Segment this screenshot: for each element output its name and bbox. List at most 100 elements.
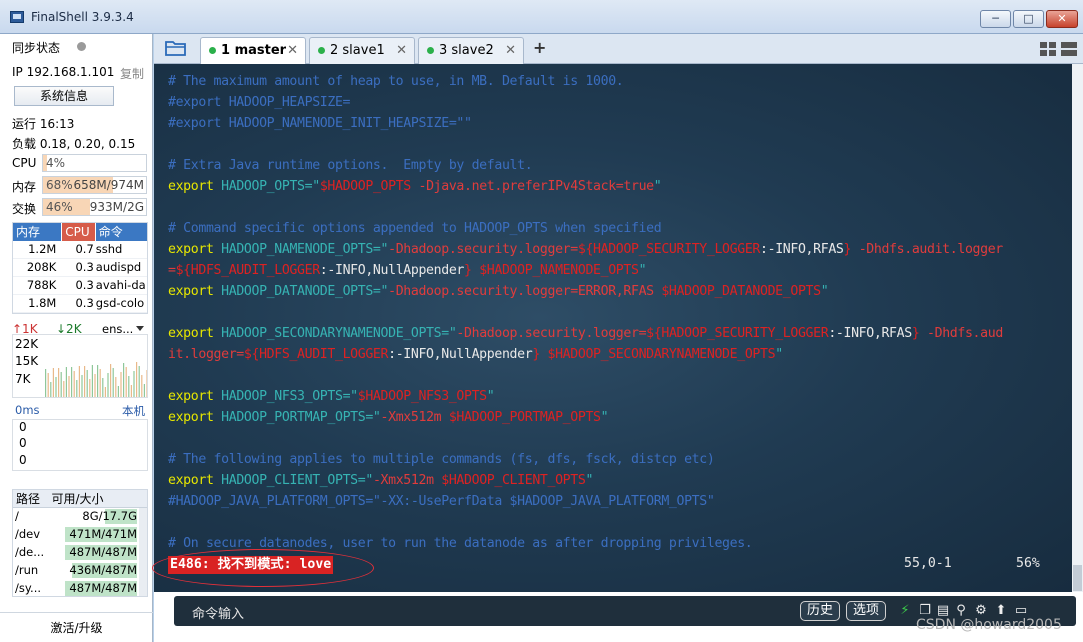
lightning-icon[interactable]: ⚡ <box>898 604 912 618</box>
latency-value: 0 <box>19 436 27 450</box>
terminal-token: :-INFO,NullAppender <box>388 347 533 362</box>
disk-row[interactable]: /run 436M/487M <box>13 562 147 580</box>
add-tab-button[interactable]: + <box>533 38 546 57</box>
disk-row[interactable]: /sy... 487M/487M <box>13 580 147 596</box>
process-row[interactable]: 1.2M 0.7 sshd <box>13 241 147 259</box>
disk-table: 路径 可用/大小 / 8G/17.7G /dev 471M/471M /de... 4… <box>12 489 148 597</box>
copy-icon[interactable]: ❐ <box>918 604 932 618</box>
search-icon[interactable]: ⚲ <box>954 604 968 618</box>
disk-size-cell: 487M/487M <box>65 580 137 596</box>
process-row[interactable]: 788K 0.3 avahi-da <box>13 277 147 295</box>
network-graph-bar <box>138 366 140 397</box>
terminal-line: # Extra Java runtime options. Empty by d… <box>168 158 533 173</box>
network-graph-bar <box>128 376 130 397</box>
network-graph-bar <box>120 372 122 397</box>
terminal-token: #export HADOOP_HEAPSIZE= <box>168 95 351 110</box>
network-graph-bar <box>86 370 88 397</box>
col-memory[interactable]: 内存 <box>13 223 63 241</box>
annotation-circle <box>152 549 374 587</box>
disk-row[interactable]: /de... 487M/487M <box>13 544 147 562</box>
maximize-button[interactable]: □ <box>1013 10 1044 28</box>
terminal-token: $HADOOP_NFS3_OPTS <box>357 389 487 404</box>
network-graph-bar <box>110 364 112 397</box>
terminal-token: } <box>464 263 472 278</box>
upload-icon[interactable]: ⬆ <box>994 604 1008 618</box>
minimize-button[interactable]: ─ <box>980 10 1011 28</box>
fullscreen-icon[interactable]: ▭ <box>1014 604 1028 618</box>
terminal-token: HADOOP_CLIENT_OPTS=" <box>213 473 373 488</box>
disk-row[interactable]: / 8G/17.7G <box>13 508 147 526</box>
process-row[interactable]: 208K 0.3 audispd <box>13 259 147 277</box>
terminal-token: ${HDFS_AUDIT_LOGGER <box>175 263 321 278</box>
disk-size: 487M/487M <box>69 545 137 559</box>
close-button[interactable]: ✕ <box>1046 10 1078 28</box>
network-graph: 22K 15K 7K <box>12 334 148 398</box>
tab-close-icon[interactable]: ✕ <box>505 38 516 63</box>
system-info-button[interactable]: 系统信息 <box>14 86 114 106</box>
process-row[interactable]: 1.8M 0.3 gsd-colo <box>13 295 147 313</box>
tab-close-icon[interactable]: ✕ <box>396 38 407 63</box>
disk-table-header: 路径 可用/大小 <box>13 490 147 508</box>
cpu-value: 4% <box>46 156 66 170</box>
terminal-token: HADOOP_PORTMAP_OPTS=" <box>213 410 381 425</box>
terminal-line: # The following applies to multiple comm… <box>168 452 715 467</box>
network-graph-bar <box>130 385 132 397</box>
copy-ip-link[interactable]: 复制 <box>120 65 144 82</box>
terminal-token: $HADOOP_DATANODE_OPTS <box>661 284 821 299</box>
col-size[interactable]: 可用/大小 <box>49 490 148 507</box>
folder-icon[interactable] <box>165 40 187 56</box>
terminal-line: # Command specific options appended to H… <box>168 221 662 236</box>
network-graph-bar <box>123 363 125 397</box>
terminal-line: #HADOOP_JAVA_PLATFORM_OPTS="-XX:-UsePerf… <box>168 494 715 509</box>
process-cpu: 0.3 <box>75 278 94 292</box>
finalshell-icon <box>10 11 24 23</box>
paste-icon[interactable]: ▤ <box>936 604 950 618</box>
options-button[interactable]: 选项 <box>846 601 887 621</box>
disk-table-scrollbar[interactable] <box>139 508 147 596</box>
col-cpu[interactable]: CPU <box>62 223 96 241</box>
layout-icon[interactable] <box>1061 42 1077 56</box>
disk-size: 8G/17.7G <box>82 509 137 523</box>
network-graph-bar <box>133 371 135 397</box>
window-title: FinalShell 3.9.3.4 <box>31 10 134 24</box>
terminal-token: export <box>168 473 214 488</box>
grid-view-icon[interactable] <box>1040 42 1056 56</box>
terminal-line: it.logger=${HDFS_AUDIT_LOGGER:-INFO,Null… <box>168 347 783 362</box>
terminal-token: " <box>486 389 495 404</box>
disk-path: /dev <box>15 527 41 541</box>
history-button[interactable]: 历史 <box>800 601 841 621</box>
chevron-down-icon[interactable] <box>136 326 144 331</box>
col-path[interactable]: 路径 <box>13 490 49 507</box>
network-graph-bar <box>91 365 93 397</box>
tab-slave1[interactable]: 2 slave1 ✕ <box>309 37 415 64</box>
terminal-token: $HADOOP_NAMENODE_OPTS <box>479 263 639 278</box>
terminal-line: # The maximum amount of heap to use, in … <box>168 74 624 89</box>
terminal-token: export <box>168 326 214 341</box>
terminal-token: " <box>600 410 609 425</box>
terminal-token: -Xmx512m <box>380 410 449 425</box>
network-graph-bar <box>141 375 143 397</box>
col-command[interactable]: 命令 <box>96 223 147 241</box>
network-graph-bar <box>81 375 83 397</box>
terminal[interactable]: # The maximum amount of heap to use, in … <box>154 64 1072 592</box>
watermark: CSDN @howard2005 <box>916 617 1062 633</box>
tab-slave2[interactable]: 3 slave2 ✕ <box>418 37 524 64</box>
gear-icon[interactable]: ⚙ <box>974 604 988 618</box>
terminal-scrollbar[interactable] <box>1072 64 1083 592</box>
load-average: 负载 0.18, 0.20, 0.15 <box>12 137 136 151</box>
disk-row[interactable]: /dev 471M/471M <box>13 526 147 544</box>
terminal-token: HADOOP_NFS3_OPTS=" <box>213 389 358 404</box>
tab-close-icon[interactable]: ✕ <box>287 38 298 63</box>
terminal-line: export HADOOP_NFS3_OPTS="$HADOOP_NFS3_OP… <box>168 389 495 404</box>
memory-meter: 68% 658M/974M <box>42 176 147 194</box>
activate-upgrade-link[interactable]: 激活/升级 <box>0 612 153 642</box>
network-graph-bar <box>107 373 109 397</box>
tab-master[interactable]: 1 master ✕ <box>200 37 306 64</box>
terminal-token: :-INFO,NullAppender <box>319 263 465 278</box>
terminal-token: # Extra Java runtime options. Empty by d… <box>168 158 533 173</box>
scrollbar-thumb[interactable] <box>1073 565 1082 591</box>
connected-dot-icon <box>318 47 325 54</box>
latency-host[interactable]: 本机 <box>122 403 145 419</box>
disk-size-cell: 8G/17.7G <box>65 508 137 526</box>
network-graph-bar <box>143 384 145 397</box>
